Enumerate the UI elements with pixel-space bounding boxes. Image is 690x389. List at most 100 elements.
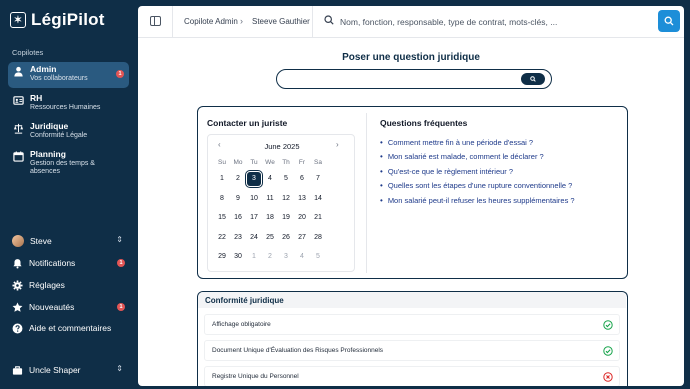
calendar-day[interactable]: 3 xyxy=(245,169,263,189)
calendar-day[interactable]: 19 xyxy=(278,208,294,228)
calendar-day[interactable]: 29 xyxy=(214,247,230,267)
calendar-day[interactable]: 16 xyxy=(230,208,246,228)
calendar-day[interactable]: 23 xyxy=(230,228,246,248)
calendar-day[interactable]: 27 xyxy=(294,228,310,248)
calendar-day[interactable]: 28 xyxy=(310,228,326,248)
calendar-day[interactable]: 22 xyxy=(214,228,230,248)
calendar-day[interactable]: 1 xyxy=(246,247,262,267)
calendar-day[interactable]: 9 xyxy=(230,189,246,209)
calendar-day[interactable]: 13 xyxy=(294,189,310,209)
compliance-label: Registre Unique du Personnel xyxy=(212,373,299,380)
id-card-icon xyxy=(13,96,24,105)
sidebar-item-title: Juridique xyxy=(30,121,69,131)
calendar-weekday: Th xyxy=(282,159,290,166)
scales-icon xyxy=(13,123,24,134)
calendar-day-label: 15 xyxy=(218,214,226,222)
calendar-weekday: Su xyxy=(218,159,226,166)
user-switcher[interactable]: Steve ⇕ xyxy=(12,233,129,249)
calendar-day-label: 23 xyxy=(234,233,242,241)
calendar-day[interactable]: 5 xyxy=(278,169,294,189)
sidebar-item-help[interactable]: Aide et commentaires xyxy=(12,320,129,336)
sidebar-item-label: Aide et commentaires xyxy=(29,323,112,333)
sidebar-item-subtitle: Ressources Humaines xyxy=(30,103,101,111)
compliance-header: Conformité juridique xyxy=(198,292,626,308)
faq-list: Comment mettre fin à une période d'essai… xyxy=(380,135,575,208)
calendar-day[interactable]: 4 xyxy=(294,247,310,267)
contact-faq-card: Contacter un juriste ‹ June 2025 › Su Mo T… xyxy=(197,106,628,279)
calendar-day[interactable]: 7 xyxy=(310,169,326,189)
calendar-day[interactable]: 25 xyxy=(262,228,278,248)
sidebar-item-subtitle: Vos collaborateurs xyxy=(30,74,88,82)
avatar xyxy=(12,235,24,247)
sidebar-item-juridique[interactable]: Juridique Conformité Légale xyxy=(8,119,129,145)
calendar-day[interactable]: 2 xyxy=(262,247,278,267)
compliance-row[interactable]: Registre Unique du Personnel xyxy=(204,366,620,386)
calendar-day[interactable]: 12 xyxy=(278,189,294,209)
account-switcher[interactable]: Uncle Shaper ⇕ xyxy=(12,362,129,378)
star-icon xyxy=(12,302,23,312)
calendar-day[interactable]: 26 xyxy=(278,228,294,248)
calendar-day-label: 20 xyxy=(298,214,306,222)
x-circle-icon xyxy=(603,372,613,382)
calendar-day[interactable]: 17 xyxy=(246,208,262,228)
chevron-right-icon[interactable]: › xyxy=(336,140,339,149)
calendar-day[interactable]: 3 xyxy=(278,247,294,267)
search-button[interactable] xyxy=(658,10,680,32)
calendar-day-label: 9 xyxy=(236,194,240,202)
gear-icon xyxy=(12,279,23,291)
calendar-day[interactable]: 24 xyxy=(246,228,262,248)
sidebar-item-label: Nouveautés xyxy=(29,302,75,312)
calendar-day-label: 22 xyxy=(218,233,226,241)
calendar-day[interactable]: 18 xyxy=(262,208,278,228)
faq-link[interactable]: Mon salarié est malade, comment le décla… xyxy=(380,150,575,165)
calendar-day[interactable]: 8 xyxy=(214,189,230,209)
sidebar-item-settings[interactable]: Réglages xyxy=(12,277,129,293)
search-input[interactable] xyxy=(340,14,640,30)
calendar-day-label: 17 xyxy=(250,214,258,222)
calendar-day[interactable]: 15 xyxy=(214,208,230,228)
calendar-day-label: 30 xyxy=(234,253,242,261)
faq-link[interactable]: Mon salarié peut-il refuser les heures s… xyxy=(380,193,575,208)
faq-link[interactable]: Comment mettre fin à une période d'essai… xyxy=(380,135,575,150)
calendar-month: June 2025 xyxy=(264,142,300,151)
faq-link[interactable]: Qu'est-ce que le règlement intérieur ? xyxy=(380,164,575,179)
chevron-updown-icon: ⇕ xyxy=(116,364,123,373)
compliance-label: Affichage obligatoire xyxy=(212,321,271,328)
calendar-day[interactable]: 11 xyxy=(262,189,278,209)
calendar-day[interactable]: 30 xyxy=(230,247,246,267)
sidebar-item-planning[interactable]: Planning Gestion des temps & absences xyxy=(8,147,129,175)
question-title: Poser une question juridique xyxy=(342,52,480,63)
ask-button[interactable] xyxy=(521,73,545,85)
search-icon xyxy=(324,15,334,25)
sidebar-item-admin[interactable]: Admin Vos collaborateurs 1 xyxy=(8,62,129,88)
calendar-day-label: 2 xyxy=(236,175,240,183)
sidebar-item-title: Admin xyxy=(30,64,57,74)
calendar-day[interactable]: 1 xyxy=(214,169,230,189)
app-name: LégiPilot xyxy=(31,10,105,29)
calendar-day[interactable]: 4 xyxy=(262,169,278,189)
section-label-copilotes: Copilotes xyxy=(12,48,44,57)
breadcrumb-item[interactable]: Copilote Admin xyxy=(184,17,238,26)
faq-link[interactable]: Quelles sont les étapes d'une rupture co… xyxy=(380,179,575,194)
compliance-row[interactable]: Document Unique d'Évaluation des Risques… xyxy=(204,340,620,361)
check-circle-icon xyxy=(603,320,613,330)
calendar-day[interactable]: 5 xyxy=(310,247,326,267)
calendar-day[interactable]: 6 xyxy=(294,169,310,189)
check-circle-icon xyxy=(603,346,613,356)
calendar-weekday: We xyxy=(265,159,275,166)
compliance-row[interactable]: Affichage obligatoire xyxy=(204,314,620,335)
sidebar-item-rh[interactable]: RH Ressources Humaines xyxy=(8,91,129,117)
calendar-day[interactable]: 14 xyxy=(310,189,326,209)
sidebar-item-notifications[interactable]: Notifications 1 xyxy=(12,255,129,271)
main-panel: Copilote Admin › Steeve Gauthier Poser u… xyxy=(138,6,684,386)
calendar-day[interactable]: 10 xyxy=(246,189,262,209)
sidebar-toggle-icon[interactable] xyxy=(150,16,161,26)
calendar-day[interactable]: 20 xyxy=(294,208,310,228)
sidebar-item-whats-new[interactable]: Nouveautés 1 xyxy=(12,299,129,315)
logo[interactable]: ✶ LégiPilot xyxy=(10,10,105,30)
calendar-day[interactable]: 21 xyxy=(310,208,326,228)
question-input[interactable] xyxy=(285,73,515,85)
calendar-day-label: 28 xyxy=(314,233,322,241)
calendar-day[interactable]: 2 xyxy=(230,169,246,189)
calendar-day-label: 11 xyxy=(266,194,274,202)
